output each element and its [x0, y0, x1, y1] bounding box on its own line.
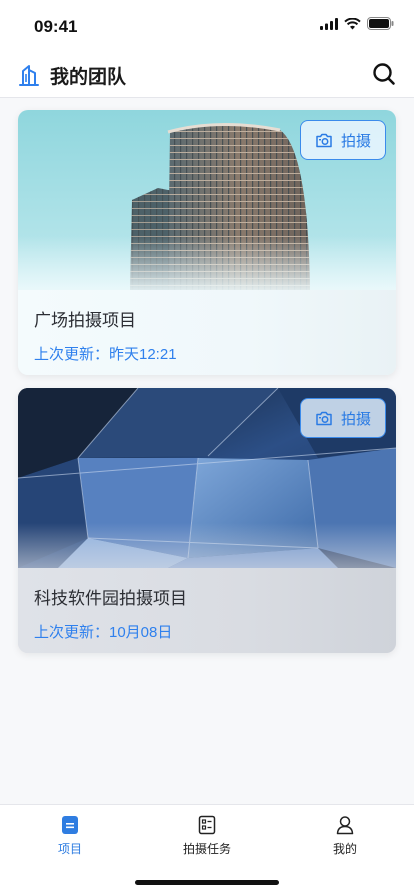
last-updated: 上次更新：10月08日 — [34, 624, 173, 641]
document-icon — [62, 816, 78, 834]
task-list-icon — [198, 815, 216, 835]
tab-projects[interactable]: 项目 — [20, 815, 120, 859]
shoot-button[interactable]: 拍摄 — [300, 398, 386, 438]
tab-mine[interactable]: 我的 — [295, 815, 395, 859]
building-icon — [19, 65, 39, 86]
card-info: 广场拍摄项目 上次更新：昨天12:21 — [18, 290, 396, 375]
last-updated: 上次更新：昨天12:21 — [34, 346, 177, 363]
tab-label: 拍摄任务 — [182, 842, 231, 856]
header: 我的团队 — [0, 50, 414, 98]
project-title: 广场拍摄项目 — [34, 311, 136, 330]
signal-icon — [320, 17, 338, 30]
camera-icon — [316, 133, 332, 147]
shoot-button-label: 拍摄 — [340, 132, 371, 150]
user-icon — [336, 816, 354, 835]
project-title: 科技软件园拍摄项目 — [34, 589, 187, 608]
search-icon[interactable] — [372, 62, 396, 86]
page-title: 我的团队 — [50, 67, 127, 88]
home-indicator — [135, 880, 279, 885]
project-card[interactable]: 拍摄 广场拍摄项目 上次更新：昨天12:21 — [18, 110, 396, 375]
shoot-button[interactable]: 拍摄 — [300, 120, 386, 160]
tab-label: 我的 — [332, 842, 357, 856]
camera-icon — [316, 411, 332, 425]
status-bar: 09:41 — [0, 0, 414, 50]
tab-shooting-tasks[interactable]: 拍摄任务 — [157, 815, 257, 859]
status-icons — [320, 17, 394, 30]
shoot-button-label: 拍摄 — [340, 410, 371, 428]
project-card[interactable]: 拍摄 科技软件园拍摄项目 上次更新：10月08日 — [18, 388, 396, 653]
tab-label: 项目 — [57, 842, 82, 856]
battery-icon — [367, 17, 394, 30]
card-info: 科技软件园拍摄项目 上次更新：10月08日 — [18, 568, 396, 653]
status-time: 09:41 — [34, 17, 78, 36]
wifi-icon — [344, 17, 361, 29]
